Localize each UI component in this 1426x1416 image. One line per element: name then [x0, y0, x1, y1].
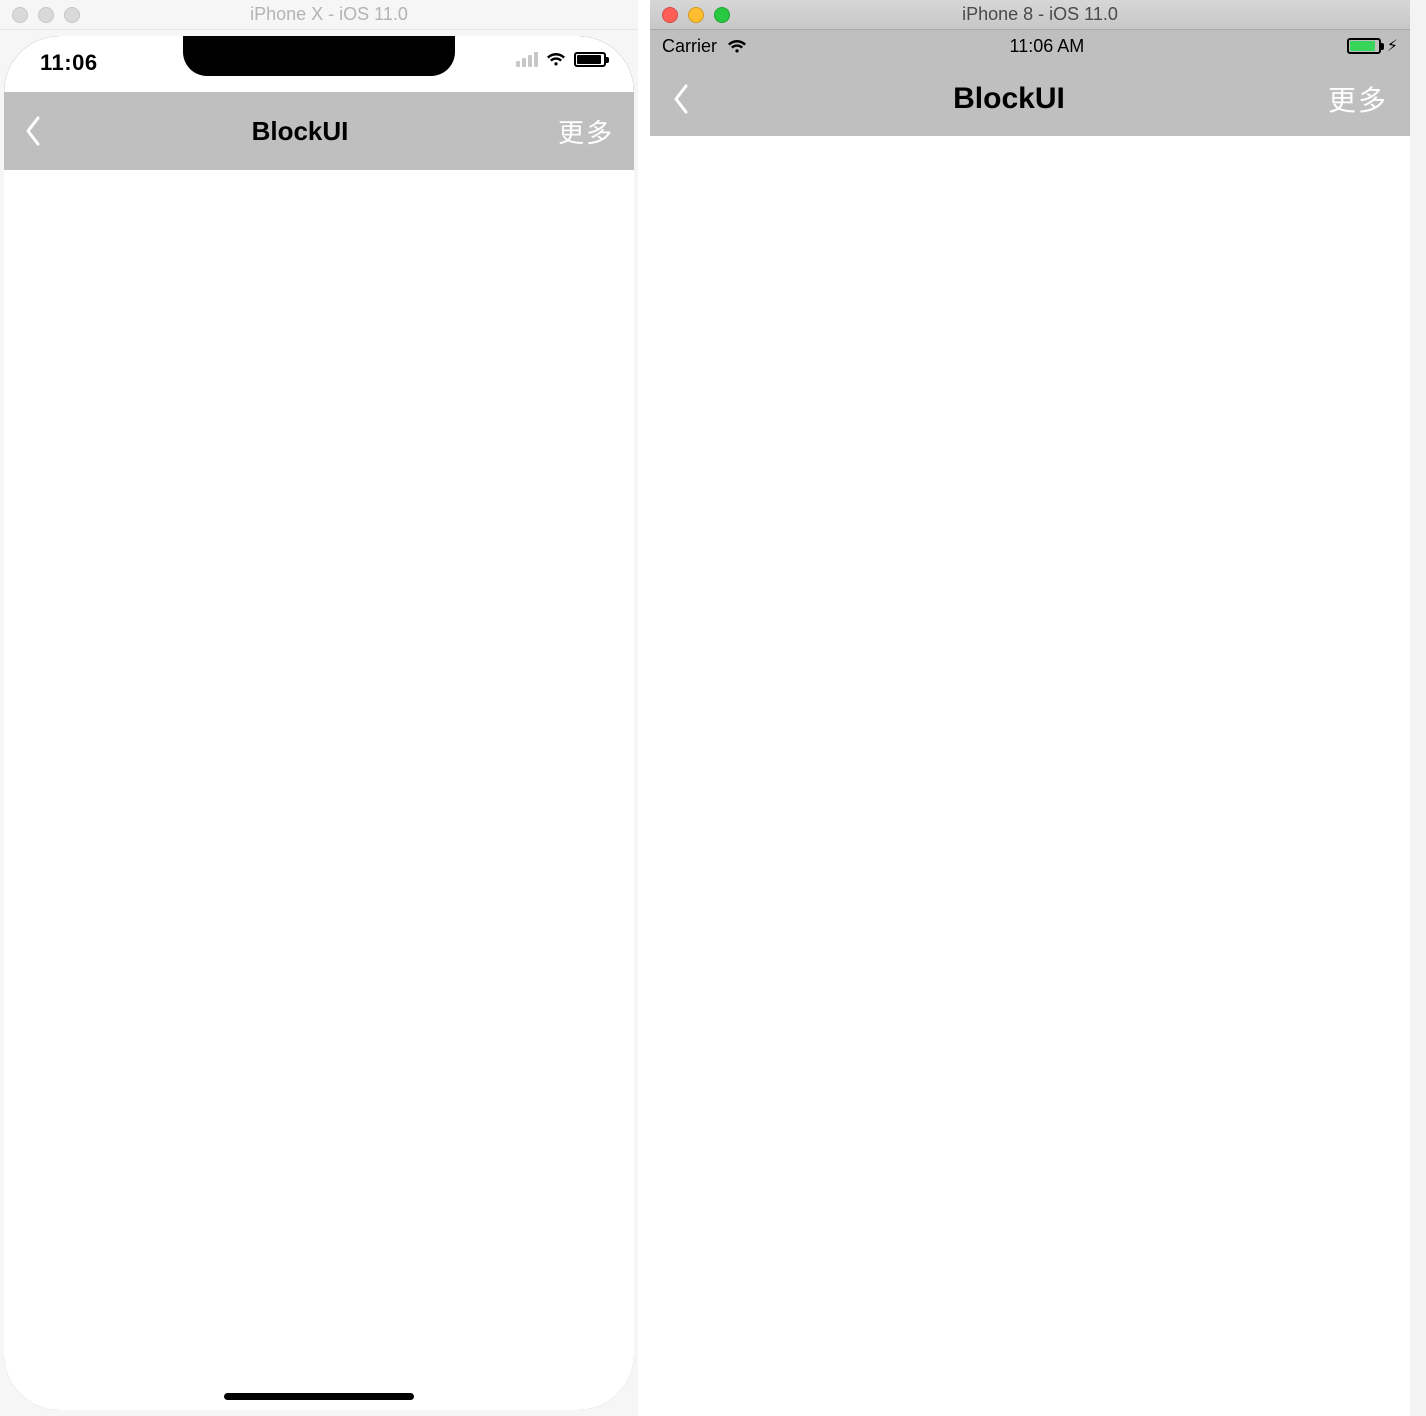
- window-titlebar[interactable]: iPhone X - iOS 11.0: [0, 0, 638, 30]
- app-content-area[interactable]: [4, 170, 634, 1410]
- traffic-close-icon[interactable]: [662, 7, 678, 23]
- device-screen-iphone-8: Carrier 11:06 AM ⚡︎ BlockUI: [650, 30, 1410, 1416]
- battery-icon: [1347, 38, 1381, 54]
- ios-status-bar: Carrier 11:06 AM ⚡︎: [650, 30, 1410, 62]
- wifi-icon: [727, 39, 747, 54]
- battery-icon: [574, 52, 606, 67]
- window-titlebar[interactable]: iPhone 8 - iOS 11.0: [650, 0, 1410, 30]
- window-title: iPhone 8 - iOS 11.0: [730, 4, 1410, 25]
- nav-more-button[interactable]: 更多: [1328, 79, 1388, 119]
- traffic-close-icon[interactable]: [12, 7, 28, 23]
- nav-title: BlockUI: [953, 82, 1065, 116]
- nav-bar: BlockUI 更多: [4, 92, 634, 170]
- nav-bar: BlockUI 更多: [650, 62, 1410, 136]
- back-button[interactable]: [672, 84, 690, 114]
- device-notch: [183, 36, 455, 76]
- nav-more-button[interactable]: 更多: [558, 113, 614, 150]
- device-frame-iphone-x: 11:06 BlockUI: [4, 36, 634, 1410]
- nav-title: BlockUI: [252, 116, 349, 147]
- back-button[interactable]: [24, 116, 42, 146]
- status-time: 11:06 AM: [1010, 36, 1085, 57]
- window-title: iPhone X - iOS 11.0: [80, 4, 638, 25]
- carrier-label: Carrier: [662, 36, 717, 57]
- cellular-signal-icon: [516, 52, 538, 67]
- traffic-zoom-icon[interactable]: [714, 7, 730, 23]
- traffic-minimize-icon[interactable]: [38, 7, 54, 23]
- charging-icon: ⚡︎: [1387, 36, 1398, 56]
- simulator-window-iphone-x: iPhone X - iOS 11.0 11:06: [0, 0, 638, 1416]
- wifi-icon: [546, 52, 566, 67]
- traffic-zoom-icon[interactable]: [64, 7, 80, 23]
- app-content-area[interactable]: [650, 136, 1410, 1416]
- simulator-window-iphone-8: iPhone 8 - iOS 11.0 Carrier 11:06 AM ⚡︎: [650, 0, 1410, 1416]
- home-indicator[interactable]: [224, 1393, 414, 1400]
- status-time: 11:06: [40, 50, 98, 76]
- traffic-minimize-icon[interactable]: [688, 7, 704, 23]
